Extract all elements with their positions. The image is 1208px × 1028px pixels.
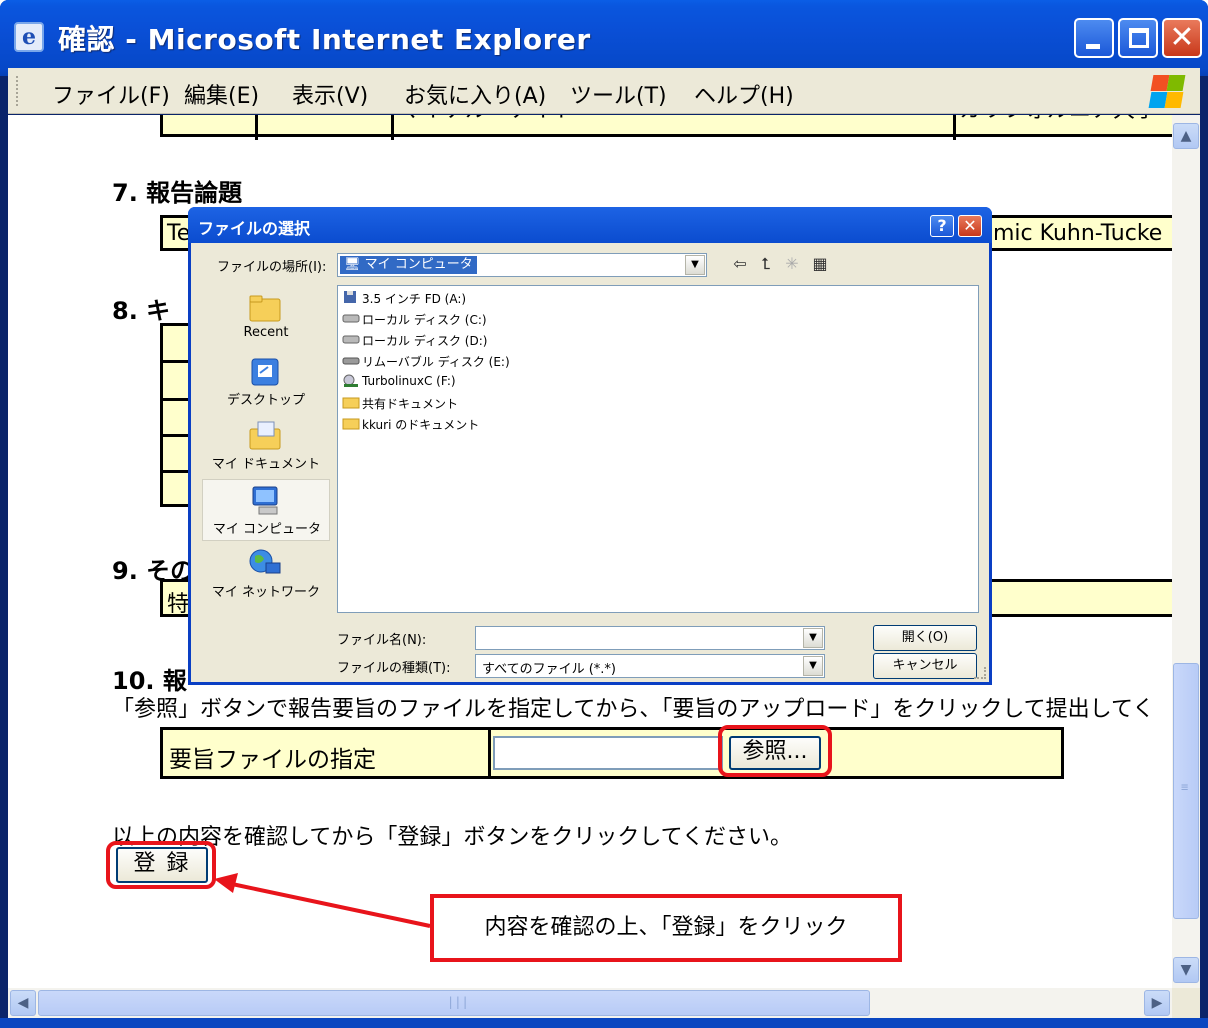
dialog-title: ファイルの選択 [198,219,311,238]
place-my-documents[interactable]: マイ ドキュメント [202,415,330,477]
section8-heading: 8. キ [112,297,171,325]
filename-input[interactable]: ▼ [475,626,825,650]
menu-view[interactable]: 表示(V) [292,78,368,110]
place-desktop[interactable]: デスクトップ [202,351,330,413]
desktop-icon [251,358,279,386]
menu-edit[interactable]: 編集(E) [184,78,259,110]
view-menu-icon[interactable]: ▦ [809,253,831,275]
section9-value: 特 [167,592,190,617]
my-computer-icon [252,486,278,515]
cancel-button[interactable]: キャンセル [873,653,977,679]
dialog-body: ファイルの場所(I): 🖥 マイ コンピュータ ▼ ⇦ ⮤ ✳ ▦ Recent [191,243,989,682]
my-computer-small-icon: 🖥 [344,257,361,272]
window-bottom-border [0,1018,1208,1028]
participants-table-row: 2 マイケル・ナイト カリフォルニア大学 [160,115,1172,140]
look-in-label: ファイルの場所(I): [217,260,327,275]
upload-instructions: 「参照」ボタンで報告要旨のファイルを指定してから、「要旨のアップロード」をクリッ… [112,697,1155,722]
my-documents-icon [249,421,281,450]
table-cell: マイケル・ナイト [399,115,575,124]
register-highlight [106,841,216,889]
chevron-down-icon[interactable]: ▼ [685,255,705,275]
file-list[interactable]: 3.5 インチ FD (A:) ローカル ディスク (C:) ローカル ディスク… [337,285,979,613]
vertical-scroll-thumb[interactable]: ≡ [1173,663,1199,919]
open-button[interactable]: 開く(O) [873,625,977,651]
filetype-select[interactable]: すべてのファイル (*.*) ▼ [475,654,825,678]
table-cell: 2 [199,115,213,117]
instruction-callout: 内容を確認の上、「登録」をクリック [430,894,902,962]
filetype-label: ファイルの種類(T): [337,661,451,676]
scroll-right-button[interactable]: ▶ [1144,990,1170,1016]
file-path-input[interactable] [493,736,723,770]
chevron-down-icon[interactable]: ▼ [803,656,823,676]
maximize-icon [1129,28,1149,48]
menu-grip[interactable] [16,76,20,106]
maximize-button[interactable] [1118,18,1158,58]
scroll-down-button[interactable]: ▼ [1173,957,1199,983]
section7-value-right: mic Kuhn-Tucke [993,221,1163,246]
minimize-button[interactable] [1074,18,1114,58]
menu-file[interactable]: ファイル(F) [52,78,170,110]
my-network-icon [249,549,281,574]
up-folder-icon[interactable]: ⮤ [755,253,777,275]
look-in-value: マイ コンピュータ [364,257,473,272]
removable-drive-icon [342,357,360,365]
table-cell: カリフォルニア大学 [959,115,1157,124]
vertical-scrollbar[interactable]: ▲ ≡ ▼ [1172,115,1200,988]
menu-bar: ファイル(F) 編集(E) 表示(V) お気に入り(A) ツール(T) ヘルプ(… [8,68,1200,114]
look-in-selected: 🖥 マイ コンピュータ [340,256,477,274]
horizontal-scroll-thumb[interactable]: ||| [38,990,870,1016]
floppy-icon [344,291,356,303]
hard-drive-icon [342,335,360,344]
close-icon: ✕ [1169,20,1195,55]
upload-table: 要旨ファイルの指定 参照... [160,727,1064,779]
window-titlebar[interactable]: e 確認 - Microsoft Internet Explorer ✕ [0,0,1208,76]
look-in-dropdown[interactable]: 🖥 マイ コンピュータ ▼ [337,253,707,277]
folder-icon [342,418,360,430]
network-drive-icon [343,374,358,387]
minimize-icon [1086,44,1100,49]
chevron-down-icon[interactable]: ▼ [803,628,823,648]
menu-tools[interactable]: ツール(T) [570,78,667,110]
place-my-computer[interactable]: マイ コンピュータ [202,479,330,541]
menu-favorites[interactable]: お気に入り(A) [404,78,546,110]
places-bar: Recent デスクトップ マイ ドキュメント マイ コンピュータ マイ ネット… [202,285,330,641]
dialog-titlebar[interactable]: ファイルの選択 ? ✕ [188,207,992,243]
file-dialog: ファイルの選択 ? ✕ ファイルの場所(I): 🖥 マイ コンピュータ ▼ ⇦ … [188,207,992,685]
ie-page-icon: e [14,22,44,52]
windows-logo-icon [1146,72,1186,110]
help-icon[interactable]: ? [930,215,954,237]
section7-value-left: Te [167,221,191,246]
window-title: 確認 - Microsoft Internet Explorer [58,23,591,56]
menu-help[interactable]: ヘルプ(H) [694,78,794,110]
horizontal-scrollbar[interactable]: ◀ ||| ▶ [8,988,1172,1018]
scroll-left-button[interactable]: ◀ [10,990,36,1016]
scrollbar-corner [1172,988,1200,1018]
browse-highlight [718,725,832,777]
new-folder-icon[interactable]: ✳ [781,253,803,275]
folder-icon [342,397,360,409]
place-my-network[interactable]: マイ ネットワーク [202,543,330,605]
dialog-close-icon[interactable]: ✕ [958,215,982,237]
hard-drive-icon [342,314,360,323]
filename-label: ファイル名(N): [337,633,427,648]
scroll-up-button[interactable]: ▲ [1173,123,1199,149]
file-spec-label: 要旨ファイルの指定 [169,747,376,773]
filetype-value: すべてのファイル (*.*) [482,662,616,677]
resize-grip[interactable] [974,667,986,679]
recent-folder-icon [249,295,281,322]
back-icon[interactable]: ⇦ [729,253,751,275]
section7-heading: 7. 報告論題 [112,179,243,207]
close-button[interactable]: ✕ [1162,18,1202,58]
place-recent[interactable]: Recent [202,287,330,349]
